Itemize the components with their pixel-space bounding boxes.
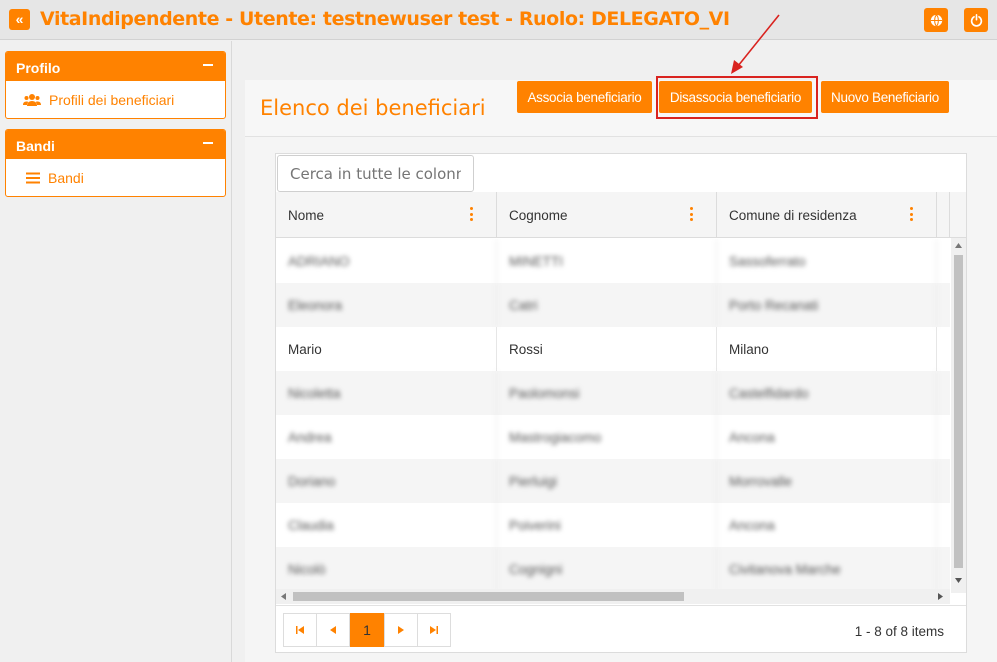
- logout-button[interactable]: [964, 8, 988, 32]
- column-label: Comune di residenza: [729, 207, 857, 223]
- cell-comune: Ancona: [717, 503, 937, 547]
- page-button-current[interactable]: 1: [350, 613, 384, 647]
- last-page-button[interactable]: [417, 613, 451, 647]
- vertical-scroll-thumb[interactable]: [954, 255, 963, 568]
- cell-nome: Claudia: [276, 503, 497, 547]
- first-page-icon: [296, 626, 304, 634]
- panel-header-profilo[interactable]: Profilo: [6, 52, 225, 81]
- column-menu-icon[interactable]: [690, 207, 693, 221]
- column-header-comune[interactable]: Comune di residenza: [717, 192, 937, 238]
- cell-cognome: Catri: [497, 283, 717, 327]
- language-button[interactable]: [924, 8, 948, 32]
- next-page-icon: [398, 626, 404, 634]
- grid-body: ADRIANO MINETTI Sassoferrato Eleonora Ca…: [276, 239, 950, 592]
- sidebar-item-label: Profili dei beneficiari: [49, 91, 175, 108]
- beneficiari-grid: Nome Cognome Comune di residenza ADRIANO…: [275, 153, 967, 653]
- search-input[interactable]: [277, 155, 474, 192]
- previous-page-button[interactable]: [316, 613, 350, 647]
- cell-comune: Civitanova Marche: [717, 547, 937, 591]
- cell-nome: Eleonora: [276, 283, 497, 327]
- table-row[interactable]: Mario Rossi Milano: [276, 327, 950, 371]
- panel-profilo: Profilo Profili dei beneficiari: [5, 51, 226, 119]
- cell-nome: Mario: [276, 327, 497, 371]
- column-header-cognome[interactable]: Cognome: [497, 192, 717, 238]
- cell-nome: Doriano: [276, 459, 497, 503]
- column-header-filler: [937, 192, 950, 238]
- column-label: Nome: [288, 207, 325, 223]
- cell-nome: Andrea: [276, 415, 497, 459]
- table-row[interactable]: Doriano Pierluigi Morrovalle: [276, 459, 950, 503]
- app-title: VitaIndipendente - Utente: testnewuser t…: [40, 8, 730, 30]
- cell-cognome: Mastrogiacomo: [497, 415, 717, 459]
- power-icon: [970, 13, 982, 27]
- panel-title: Profilo: [16, 60, 61, 76]
- column-menu-icon[interactable]: [470, 207, 473, 221]
- table-row[interactable]: Claudia Poiverini Ancona: [276, 503, 950, 547]
- table-row[interactable]: Nicoletta Paolomonsi Castelfidardo: [276, 371, 950, 415]
- cell-comune: Porto Recanati: [717, 283, 937, 327]
- cell-cognome: Paolomonsi: [497, 371, 717, 415]
- top-bar: « VitaIndipendente - Utente: testnewuser…: [0, 0, 997, 40]
- globe-icon: [930, 13, 942, 27]
- cell-cognome: MINETTI: [497, 239, 717, 283]
- cell-cognome: Pierluigi: [497, 459, 717, 503]
- page-title: Elenco dei beneficiari: [260, 96, 486, 120]
- users-icon: [23, 93, 41, 106]
- vertical-scrollbar[interactable]: [951, 238, 966, 593]
- table-row[interactable]: ADRIANO MINETTI Sassoferrato: [276, 239, 950, 283]
- collapse-sidebar-button[interactable]: «: [9, 9, 30, 30]
- grid-pager: 1 1 - 8 of 8 items: [276, 605, 966, 652]
- cell-nome: Nicoletta: [276, 371, 497, 415]
- first-page-button[interactable]: [283, 613, 317, 647]
- highlight-annotation-box: [656, 76, 818, 119]
- scroll-left-icon[interactable]: [281, 593, 286, 600]
- table-row[interactable]: Eleonora Catri Porto Recanati: [276, 283, 950, 327]
- cell-nome: ADRIANO: [276, 239, 497, 283]
- panel-title: Bandi: [16, 138, 55, 154]
- table-row[interactable]: Andrea Mastrogiacomo Ancona: [276, 415, 950, 459]
- cell-cognome: Cognigni: [497, 547, 717, 591]
- scroll-up-icon[interactable]: [955, 243, 962, 248]
- list-icon: [26, 172, 40, 183]
- collapse-panel-icon[interactable]: [203, 64, 213, 66]
- column-label: Cognome: [509, 207, 568, 223]
- sidebar: Profilo Profili dei beneficiari Bandi Ba…: [0, 41, 232, 662]
- panel-bandi: Bandi Bandi: [5, 129, 226, 197]
- collapse-panel-icon[interactable]: [203, 142, 213, 144]
- pager-info: 1 - 8 of 8 items: [854, 624, 944, 639]
- column-header-nome[interactable]: Nome: [276, 192, 497, 238]
- cell-comune: Milano: [717, 327, 937, 371]
- cell-nome: Nicolò: [276, 547, 497, 591]
- cell-comune: Castelfidardo: [717, 371, 937, 415]
- scroll-down-icon[interactable]: [955, 578, 962, 583]
- next-page-button[interactable]: [384, 613, 418, 647]
- last-page-icon: [430, 626, 438, 634]
- column-menu-icon[interactable]: [910, 207, 913, 221]
- horizontal-scroll-thumb[interactable]: [293, 592, 684, 601]
- sidebar-item-bandi[interactable]: Bandi: [6, 159, 225, 196]
- previous-page-icon: [330, 626, 336, 634]
- sidebar-item-label: Bandi: [48, 169, 84, 186]
- horizontal-scrollbar[interactable]: [276, 589, 950, 604]
- associa-beneficiario-button[interactable]: Associa beneficiario: [517, 81, 652, 113]
- table-row[interactable]: Nicolò Cognigni Civitanova Marche: [276, 547, 950, 591]
- scroll-right-icon[interactable]: [938, 593, 943, 600]
- panel-header-bandi[interactable]: Bandi: [6, 130, 225, 159]
- cell-cognome: Poiverini: [497, 503, 717, 547]
- sidebar-item-profili-beneficiari[interactable]: Profili dei beneficiari: [6, 81, 225, 118]
- grid-header: Nome Cognome Comune di residenza: [276, 192, 966, 238]
- cell-comune: Sassoferrato: [717, 239, 937, 283]
- cell-comune: Morrovalle: [717, 459, 937, 503]
- nuovo-beneficiario-button[interactable]: Nuovo Beneficiario: [821, 81, 949, 113]
- cell-comune: Ancona: [717, 415, 937, 459]
- cell-cognome: Rossi: [497, 327, 717, 371]
